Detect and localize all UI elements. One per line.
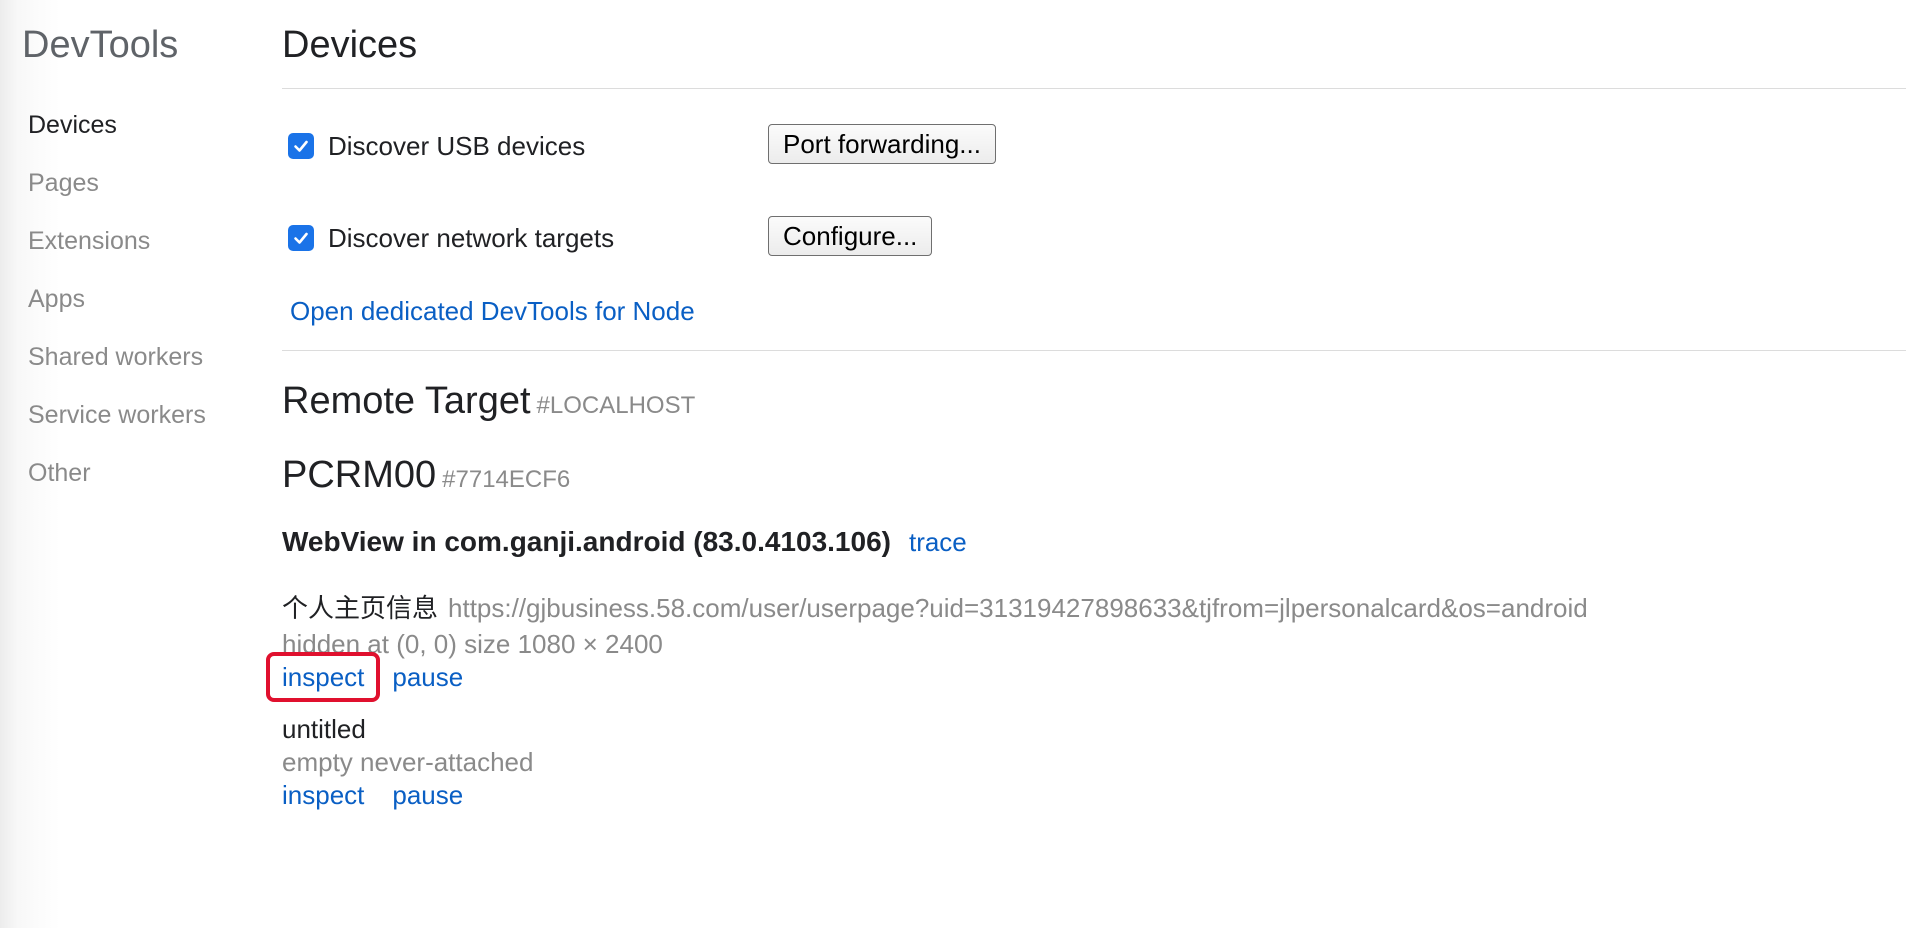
discover-usb-label: Discover USB devices — [328, 130, 586, 161]
sidebar-item-service-workers[interactable]: Service workers — [28, 386, 206, 444]
checkmark-icon — [294, 140, 308, 152]
discover-usb-checkbox[interactable] — [288, 133, 314, 159]
browser-name: WebView in com.ganji.android (83.0.4103.… — [282, 526, 891, 557]
discover-network-option[interactable]: Discover network targets — [288, 216, 614, 260]
port-forwarding-button[interactable]: Port forwarding... — [768, 124, 996, 164]
sidebar-item-extensions[interactable]: Extensions — [28, 212, 206, 270]
sidebar: DevTools Devices Pages Extensions Apps S… — [0, 0, 262, 928]
device-heading: PCRM00 #7714ECF6 — [282, 452, 570, 503]
target-meta: empty never-attached — [282, 747, 534, 777]
sidebar-item-devices[interactable]: Devices — [28, 96, 206, 154]
configure-button[interactable]: Configure... — [768, 216, 933, 256]
device-name: PCRM00 — [282, 454, 437, 496]
remote-target-tag: #LOCALHOST — [536, 392, 696, 419]
sidebar-title: DevTools — [22, 24, 179, 66]
discover-usb-option[interactable]: Discover USB devices — [288, 124, 585, 168]
sidebar-item-pages[interactable]: Pages — [28, 154, 206, 212]
checkmark-icon — [294, 232, 308, 244]
target-url: https://gjbusiness.58.com/user/userpage?… — [448, 593, 1588, 623]
inspect-link[interactable]: inspect — [282, 662, 364, 692]
page-title: Devices — [282, 24, 418, 66]
sidebar-item-apps[interactable]: Apps — [28, 270, 206, 328]
device-serial: #7714ECF6 — [442, 466, 571, 493]
target-meta: hidden at (0, 0) size 1080 × 2400 — [282, 629, 663, 659]
target-actions: inspect pause — [282, 780, 533, 811]
browser-row: WebView in com.ganji.android (83.0.4103.… — [282, 526, 967, 558]
target-title: 个人主页信息 — [282, 593, 439, 623]
discover-network-label: Discover network targets — [328, 222, 615, 253]
discover-network-checkbox[interactable] — [288, 225, 314, 251]
trace-link[interactable]: trace — [909, 527, 967, 557]
inspect-link[interactable]: inspect — [282, 780, 364, 810]
main-content: Devices Discover USB devices Port forwar… — [266, 0, 1906, 928]
header-divider — [282, 88, 1906, 89]
sidebar-nav: Devices Pages Extensions Apps Shared wor… — [28, 96, 206, 502]
pause-link[interactable]: pause — [392, 780, 463, 810]
sidebar-item-shared-workers[interactable]: Shared workers — [28, 328, 206, 386]
remote-target-heading: Remote Target #LOCALHOST — [282, 378, 695, 429]
remote-target-title: Remote Target — [282, 380, 531, 422]
target-actions: inspect pause — [266, 652, 1588, 702]
section-divider — [282, 350, 1906, 351]
open-node-devtools-link[interactable]: Open dedicated DevTools for Node — [290, 296, 695, 327]
target-title: untitled — [282, 714, 366, 744]
target-item: untitled empty never-attached inspect pau… — [282, 714, 533, 811]
pause-link[interactable]: pause — [392, 662, 463, 692]
target-item: 个人主页信息 https://gjbusiness.58.com/user/use… — [266, 588, 1588, 702]
sidebar-item-other[interactable]: Other — [28, 444, 206, 502]
